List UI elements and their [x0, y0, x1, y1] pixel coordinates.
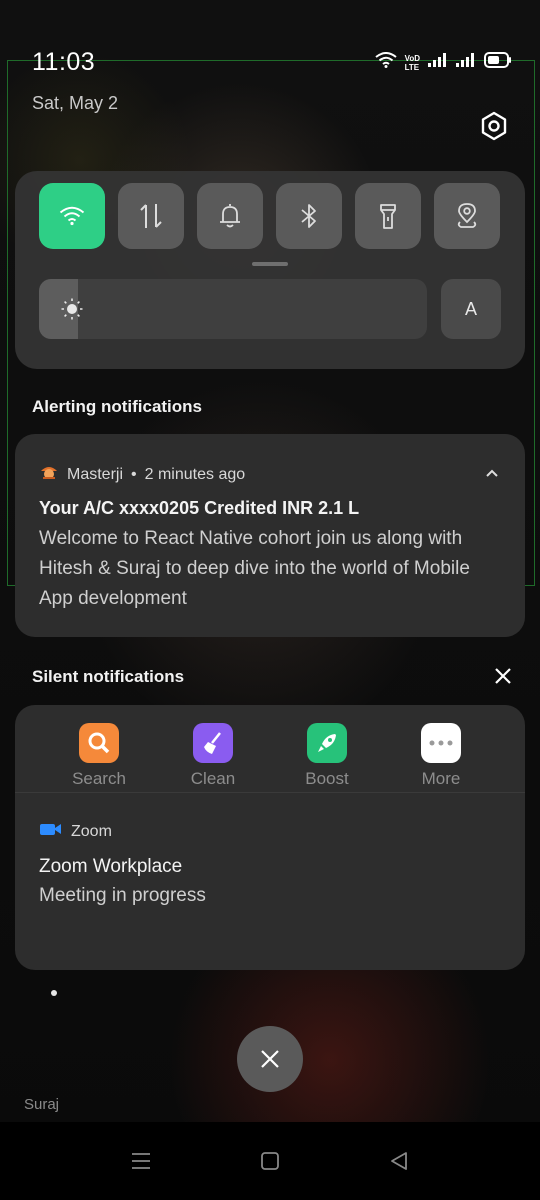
masterji-notification-card[interactable]: Masterji • 2 minutes ago Your A/C xxxx02…	[15, 434, 525, 637]
shortcut-label: Boost	[305, 769, 349, 788]
chevron-up-icon[interactable]	[485, 466, 499, 480]
bluetooth-icon	[301, 204, 316, 228]
bell-icon	[220, 204, 240, 228]
sound-tile[interactable]	[197, 183, 263, 249]
wifi-tile[interactable]	[39, 183, 105, 249]
notification-time: 2 minutes ago	[144, 465, 246, 483]
carrier-badge-bottom: LTE	[404, 62, 420, 72]
status-bar: 11:03 VoD LTE Sat, May 2	[0, 0, 540, 113]
shortcut-label: Clean	[190, 769, 236, 788]
location-tile[interactable]	[434, 183, 500, 249]
date-label: Sat, May 2	[32, 93, 119, 113]
dismiss-silent-close-icon[interactable]	[493, 666, 513, 686]
status-icons: VoD LTE	[374, 52, 512, 73]
panel-drag-handle[interactable]	[252, 262, 288, 266]
rocket-icon	[307, 723, 347, 763]
flashlight-icon	[380, 204, 396, 229]
brightness-slider[interactable]	[39, 279, 427, 339]
wifi-icon	[59, 206, 85, 226]
search-shortcut[interactable]: Search	[54, 723, 144, 789]
shortcut-label: More	[421, 769, 461, 788]
notification-app-name: Masterji	[67, 465, 124, 483]
zoom-app-name: Zoom	[71, 822, 112, 840]
broom-icon	[193, 723, 233, 763]
volte-badge-icon: VoD LTE	[405, 54, 420, 72]
clear-all-button[interactable]	[237, 1026, 303, 1092]
boost-shortcut[interactable]: Boost	[282, 723, 372, 789]
clock: 11:03	[32, 48, 96, 76]
notification-separator: •	[131, 465, 137, 483]
navigation-bar	[0, 1122, 540, 1200]
signal-icon	[428, 53, 448, 72]
zoom-notification-header: Zoom	[39, 821, 112, 842]
search-icon	[79, 723, 119, 763]
battery-icon	[484, 52, 512, 73]
sun-icon	[61, 298, 83, 320]
shortcut-label: Search	[72, 769, 126, 788]
page-indicator-dot	[51, 990, 57, 996]
back-triangle-icon[interactable]	[384, 1146, 414, 1176]
silent-section-label: Silent notifications	[32, 667, 185, 686]
more-dots-icon	[421, 723, 461, 763]
data-arrows-icon	[140, 204, 162, 228]
masterji-app-icon	[39, 462, 59, 487]
zoom-notification-body: Meeting in progress	[39, 885, 206, 906]
clean-shortcut[interactable]: Clean	[168, 723, 258, 789]
notification-body: Welcome to React Native cohort join us a…	[39, 528, 470, 609]
carrier-badge-top: VoD	[404, 53, 420, 63]
more-shortcut[interactable]: More	[396, 723, 486, 789]
notification-title: Your A/C xxxx0205 Credited INR 2.1 L	[39, 498, 360, 518]
silent-notifications-card: Search Clean Boost More Zoom Zoom Workpl…	[15, 705, 525, 970]
zoom-camera-icon	[39, 821, 63, 842]
wallpaper-caption: Suraj	[24, 1096, 60, 1113]
close-icon	[261, 1050, 279, 1068]
bluetooth-tile[interactable]	[276, 183, 342, 249]
flashlight-tile[interactable]	[355, 183, 421, 249]
home-square-icon[interactable]	[255, 1146, 285, 1176]
location-icon	[457, 203, 477, 228]
notification-header: Masterji • 2 minutes ago	[39, 462, 245, 487]
signal-icon	[456, 53, 476, 72]
zoom-notification-title[interactable]: Zoom Workplace	[39, 856, 182, 878]
settings-gear-icon[interactable]	[478, 110, 510, 142]
quick-settings-panel: A	[15, 171, 525, 369]
card-divider	[15, 792, 525, 793]
mobile-data-tile[interactable]	[118, 183, 184, 249]
recents-menu-icon[interactable]	[126, 1146, 156, 1176]
alerting-section-label: Alerting notifications	[32, 397, 202, 416]
wifi-status-icon	[374, 52, 397, 73]
auto-brightness-button[interactable]: A	[441, 279, 501, 339]
